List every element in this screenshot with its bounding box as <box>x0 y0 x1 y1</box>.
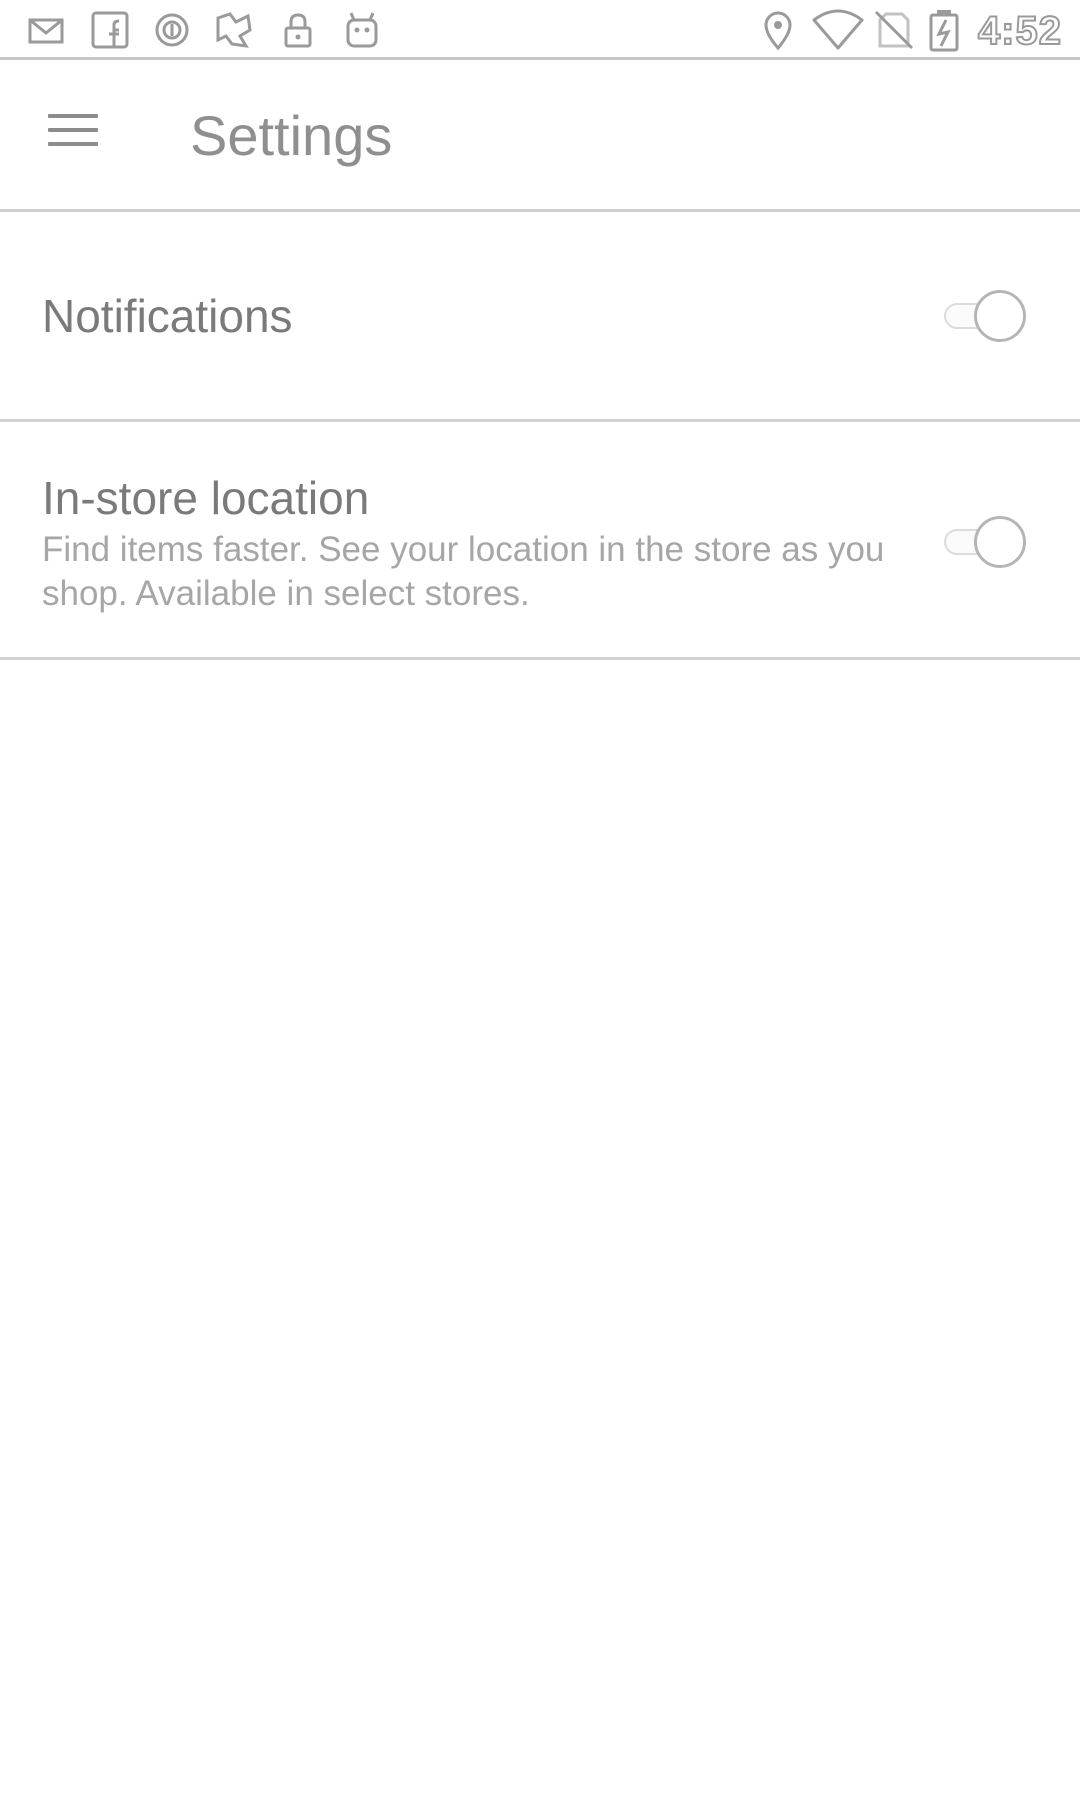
toggle-thumb <box>974 290 1026 342</box>
facebook-icon <box>88 8 132 52</box>
toggle-thumb <box>974 516 1026 568</box>
menu-line <box>48 114 98 118</box>
android-icon <box>340 8 384 52</box>
location-icon <box>756 8 800 52</box>
setting-row-notifications[interactable]: Notifications <box>0 212 1080 422</box>
page-title: Settings <box>190 104 393 167</box>
settings-screen: 4:52 Settings Notifications In-store loc… <box>0 0 1080 1794</box>
battery-charging-icon <box>926 8 962 52</box>
lock-icon <box>276 8 320 52</box>
mail-icon <box>24 8 68 52</box>
menu-line <box>48 128 98 132</box>
setting-title: Notifications <box>42 290 293 342</box>
hamburger-menu-icon[interactable] <box>40 104 108 164</box>
circle-app-icon <box>150 8 194 52</box>
no-sim-icon <box>872 8 916 52</box>
setting-summary: Find items faster. See your location in … <box>42 530 885 613</box>
wifi-icon <box>812 8 864 52</box>
status-time: 4:52 <box>977 8 1062 54</box>
notifications-toggle[interactable] <box>944 288 1030 344</box>
puzzle-app-icon <box>212 8 256 52</box>
menu-line <box>48 142 98 146</box>
in-store-location-toggle[interactable] <box>944 514 1030 570</box>
setting-row-in-store-location[interactable]: In-store location Find items faster. See… <box>0 422 1080 660</box>
status-bar: 4:52 <box>0 0 1080 60</box>
app-bar: Settings <box>0 60 1080 212</box>
setting-title: In-store location <box>42 472 370 524</box>
